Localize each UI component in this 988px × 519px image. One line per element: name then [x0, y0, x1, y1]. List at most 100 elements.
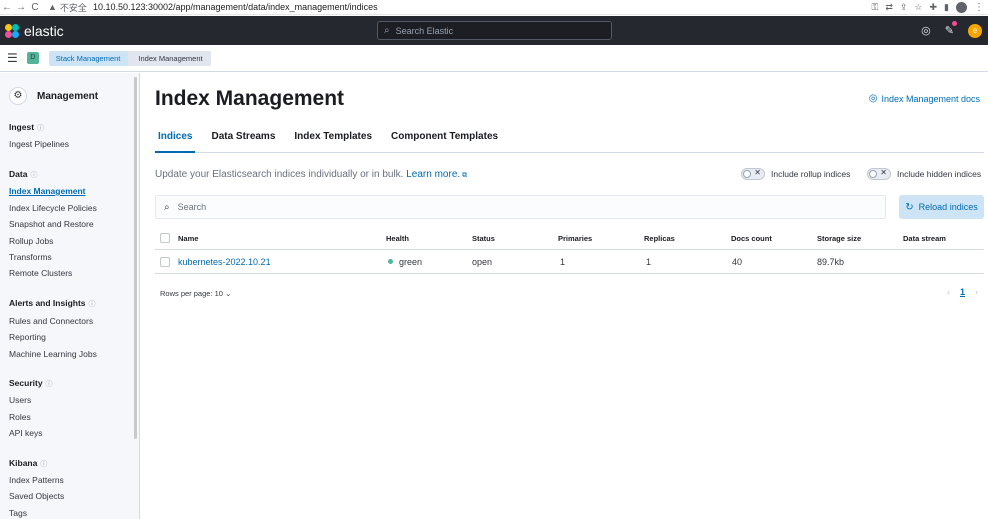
- kibana-header: elastic ⌕ Search Elastic ◎ ✎ e: [0, 16, 988, 45]
- column-data-stream[interactable]: Data stream: [903, 227, 946, 249]
- breadcrumb-bar: ☰ D Stack Management Index Management: [0, 45, 988, 72]
- rows-per-page-select[interactable]: Rows per page: 10 ⌄: [160, 289, 231, 298]
- rollup-switch[interactable]: ✕: [741, 168, 765, 180]
- sidebar-item-api-keys[interactable]: API keys: [9, 428, 43, 438]
- space-avatar[interactable]: D: [26, 52, 39, 64]
- breadcrumb-index-management: Index Management: [126, 50, 211, 66]
- sidebar-item-index-management[interactable]: Index Management: [9, 186, 86, 196]
- sidebar-item-rules-and-connectors[interactable]: Rules and Connectors: [9, 316, 93, 326]
- learn-more-link[interactable]: Learn more. ⧉: [406, 169, 467, 180]
- help-icon: ◎: [868, 93, 878, 104]
- search-placeholder: Search Elastic: [395, 25, 454, 36]
- sidebar-title: Management: [37, 90, 99, 102]
- search-icon: ⌕: [384, 25, 390, 36]
- sidebar-group-data: Data ⓘ: [9, 169, 38, 179]
- column-name[interactable]: Name: [178, 227, 198, 249]
- reload-icon[interactable]: C: [28, 2, 42, 13]
- info-icon: ⓘ: [30, 172, 38, 179]
- forward-icon[interactable]: →: [14, 2, 28, 13]
- help-icon[interactable]: ◎: [921, 24, 931, 37]
- previous-page-icon[interactable]: ‹: [947, 287, 950, 297]
- column-status[interactable]: Status: [472, 227, 495, 249]
- next-page-icon[interactable]: ›: [975, 287, 978, 297]
- url-text[interactable]: 10.10.50.123:30002/app/management/data/i…: [93, 2, 378, 12]
- select-all-checkbox[interactable]: [160, 227, 170, 249]
- column-storage-size[interactable]: Storage size: [817, 227, 861, 249]
- sidebar-item-machine-learning-jobs[interactable]: Machine Learning Jobs: [9, 349, 97, 359]
- tab-indices[interactable]: Indices: [155, 125, 196, 153]
- column-replicas[interactable]: Replicas: [644, 227, 675, 249]
- sidebar-icon[interactable]: ▮: [944, 2, 949, 13]
- user-avatar[interactable]: e: [968, 23, 982, 38]
- translate-icon[interactable]: ⇄: [885, 2, 893, 13]
- sidebar-group-security: Security ⓘ: [9, 378, 53, 388]
- sidebar-item-index-patterns[interactable]: Index Patterns: [9, 475, 64, 485]
- index-search-input[interactable]: ⌕ Search: [155, 195, 886, 219]
- news-icon[interactable]: ✎: [945, 21, 957, 37]
- health-dot-icon: [388, 259, 393, 264]
- gear-icon: ⚙: [9, 87, 27, 105]
- breadcrumb-stack-management[interactable]: Stack Management: [48, 50, 129, 66]
- browser-actions: ⚿ ⇄ ⇪ ☆ ✚ ▮ ⋮: [871, 0, 984, 15]
- hidden-switch[interactable]: ✕: [867, 168, 891, 180]
- sidebar-item-remote-clusters[interactable]: Remote Clusters: [9, 268, 72, 278]
- primaries-cell: 1: [560, 256, 566, 267]
- tab-component-templates[interactable]: Component Templates: [388, 125, 501, 153]
- external-link-icon: ⧉: [462, 172, 468, 179]
- status-cell: open: [472, 256, 493, 267]
- sidebar-item-reporting[interactable]: Reporting: [9, 332, 46, 342]
- browser-toolbar: ← → C ▲ 不安全 10.10.50.123:30002/app/manag…: [0, 0, 988, 15]
- page-controls: ‹ 1 ›: [947, 287, 978, 297]
- key-icon[interactable]: ⚿: [871, 2, 878, 13]
- warning-icon: ▲: [48, 2, 57, 12]
- health-cell: green: [388, 250, 422, 273]
- hidden-toggle[interactable]: ✕ Include hidden indices: [867, 168, 981, 180]
- rollup-toggle[interactable]: ✕ Include rollup indices: [741, 168, 850, 180]
- column-docs-count[interactable]: Docs count: [731, 227, 772, 249]
- sidebar-item-rollup-jobs[interactable]: Rollup Jobs: [9, 236, 53, 246]
- header-actions: ◎ ✎ e: [921, 16, 982, 45]
- menu-toggle-icon[interactable]: ☰: [7, 51, 18, 65]
- sidebar-item-transforms[interactable]: Transforms: [9, 252, 52, 262]
- column-primaries[interactable]: Primaries: [558, 227, 592, 249]
- extensions-icon[interactable]: ✚: [930, 2, 938, 13]
- rollup-toggle-label: Include rollup indices: [771, 169, 851, 179]
- replicas-cell: 1: [646, 256, 652, 267]
- sidebar-item-snapshot-and-restore[interactable]: Snapshot and Restore: [9, 219, 94, 229]
- column-health[interactable]: Health: [386, 227, 409, 249]
- global-search-input[interactable]: ⌕ Search Elastic: [377, 21, 612, 40]
- reload-indices-button[interactable]: ↻ Reload indices: [899, 195, 984, 219]
- sidebar-item-index-lifecycle-policies[interactable]: Index Lifecycle Policies: [9, 203, 97, 213]
- tab-index-templates[interactable]: Index Templates: [291, 125, 375, 153]
- index-management-docs-link[interactable]: ◎ Index Management docs: [869, 93, 980, 104]
- tab-data-streams[interactable]: Data Streams: [208, 125, 278, 153]
- share-icon[interactable]: ⇪: [900, 2, 908, 13]
- sidebar-item-tags[interactable]: Tags: [9, 508, 27, 518]
- elastic-logo[interactable]: elastic: [5, 23, 64, 39]
- brand-name: elastic: [24, 22, 64, 39]
- address-bar[interactable]: ▲ 不安全 10.10.50.123:30002/app/management/…: [48, 1, 378, 14]
- cross-icon: ✕: [880, 168, 887, 177]
- sidebar-item-ingest-pipelines[interactable]: Ingest Pipelines: [9, 139, 69, 149]
- sidebar-group-ingest: Ingest ⓘ: [9, 122, 45, 132]
- indices-table: Name Health Status Primaries Replicas Do…: [155, 227, 984, 274]
- menu-icon[interactable]: ⋮: [974, 2, 984, 13]
- search-placeholder: Search: [177, 202, 207, 212]
- back-icon[interactable]: ←: [0, 2, 14, 13]
- row-checkbox[interactable]: [160, 250, 170, 273]
- search-icon: ⌕: [164, 201, 170, 213]
- index-name-link[interactable]: kubernetes-2022.10.21: [178, 250, 271, 273]
- star-icon[interactable]: ☆: [914, 2, 922, 13]
- refresh-icon: ↻: [905, 201, 914, 213]
- info-icon: ⓘ: [45, 381, 53, 388]
- table-header: Name Health Status Primaries Replicas Do…: [155, 227, 984, 250]
- sidebar-item-saved-objects[interactable]: Saved Objects: [9, 491, 64, 501]
- table-pagination: Rows per page: 10 ⌄ ‹ 1 ›: [155, 286, 984, 302]
- main-content: Index Management ◎ Index Management docs…: [141, 73, 988, 519]
- sidebar-scrollbar[interactable]: [134, 77, 137, 439]
- profile-icon[interactable]: [956, 2, 967, 13]
- notification-dot: [952, 21, 957, 26]
- sidebar-item-roles[interactable]: Roles: [9, 412, 31, 422]
- page-number[interactable]: 1: [960, 287, 965, 297]
- sidebar-item-users[interactable]: Users: [9, 395, 31, 405]
